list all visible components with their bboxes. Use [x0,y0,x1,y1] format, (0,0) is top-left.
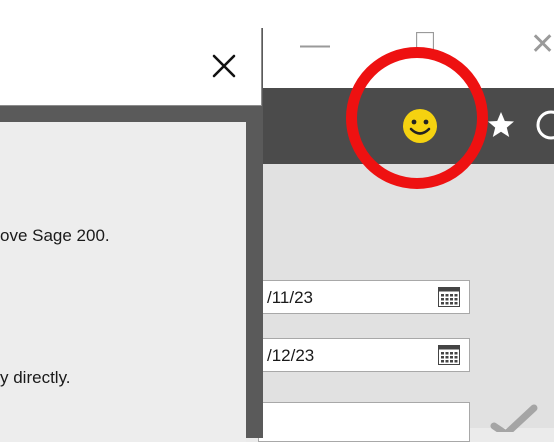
dialog-body: ove Sage 200. y directly. [0,122,246,442]
date-from-field[interactable]: /11/23 [258,280,470,314]
date-to-value: /12/23 [267,346,315,365]
calendar-icon[interactable] [438,345,460,365]
minimize-button[interactable]: — [300,30,330,60]
window-close-button[interactable]: ✕ [530,30,554,60]
calendar-icon[interactable] [438,287,460,307]
annotation-circle [346,47,488,189]
text-field[interactable] [258,402,470,442]
dialog-text-line: ove Sage 200. [0,226,110,245]
clock-icon[interactable] [534,108,554,142]
date-to-field[interactable]: /12/23 [258,338,470,372]
date-from-value: /11/23 [267,288,314,307]
dialog-close-button[interactable] [208,50,240,82]
star-icon[interactable] [486,110,516,140]
dialog-text-line: y directly. [0,368,71,387]
